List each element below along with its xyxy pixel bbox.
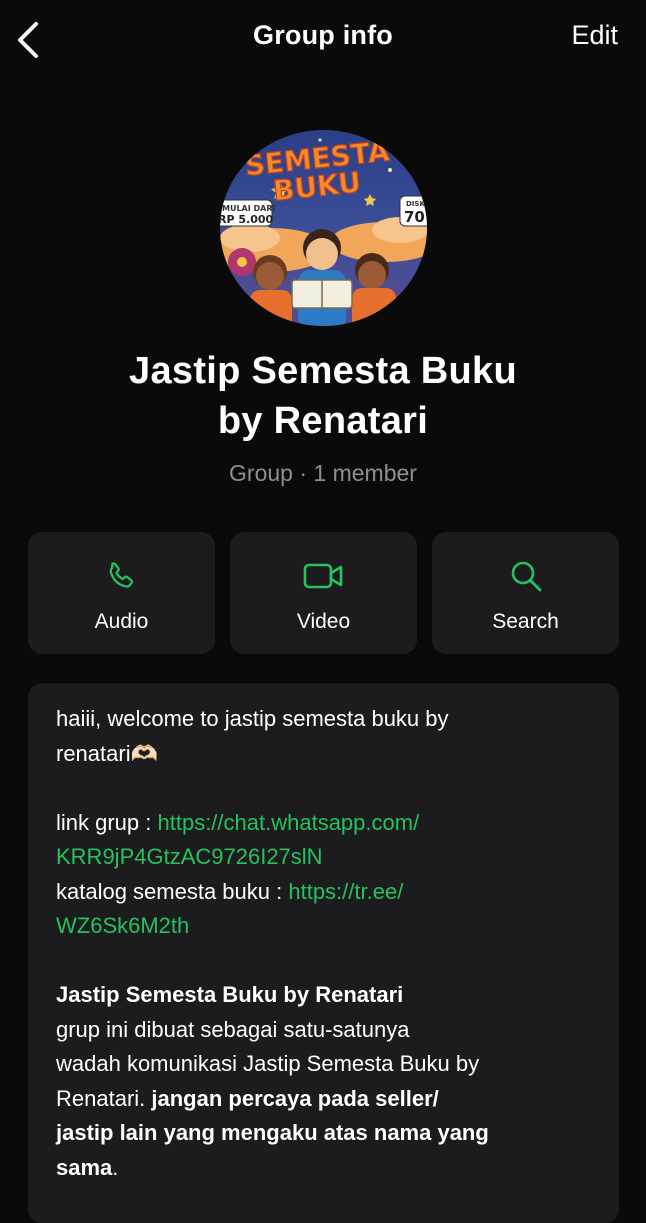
description-greeting-line1: haiii, welcome to jastip semesta buku by xyxy=(56,706,449,731)
group-name-line2: by Renatari xyxy=(217,400,429,442)
avatar-badge-left-price: RP 5.000 xyxy=(220,213,274,226)
description-period: . xyxy=(112,1154,119,1180)
group-name-line1: Jastip Semesta Buku xyxy=(129,350,517,392)
avatar-badge-right-top: DISK xyxy=(406,200,425,208)
group-link-url-cont[interactable]: KRR9jP4GtzAC9726I27slN xyxy=(56,844,323,869)
group-name: Jastip Semesta Buku by Renatari xyxy=(40,346,606,446)
catalog-link-url-cont[interactable]: WZ6Sk6M2th xyxy=(56,913,189,938)
catalog-link-url[interactable]: https://tr.ee/ xyxy=(288,879,403,904)
avatar-badge-right-value: 70 xyxy=(404,208,425,226)
group-avatar[interactable]: SEMESTA BUKU MULAI DARI RP 5.000 DISK 70 xyxy=(220,130,427,326)
group-link-line: link grup : https://chat.whatsapp.com/ xyxy=(56,806,576,841)
description-warning-line3: sama xyxy=(56,1154,113,1180)
avatar-badge-left-top: MULAI DARI xyxy=(222,204,276,213)
audio-button-label: Audio xyxy=(94,610,149,633)
description-body-line1: grup ini dibuat sebagai satu-satunya xyxy=(56,1016,410,1042)
phone-icon xyxy=(109,562,133,588)
search-button-label: Search xyxy=(492,610,559,633)
description-greeting-line2: renatari🫶🏻 xyxy=(56,740,158,766)
video-button-label: Video xyxy=(296,610,351,633)
catalog-link-label: katalog semesta buku : xyxy=(56,878,289,904)
video-camera-icon xyxy=(303,563,342,589)
description-warning-line1: jangan percaya pada seller/ xyxy=(151,1085,439,1111)
catalog-link-line: katalog semesta buku : https://tr.ee/ xyxy=(56,875,576,910)
group-description-card[interactable]: haiii, welcome to jastip semesta buku by… xyxy=(28,683,619,1223)
top-bar: Group info Edit xyxy=(0,0,646,80)
group-link-url[interactable]: https://chat.whatsapp.com/ xyxy=(158,810,420,835)
page-title: Group info xyxy=(253,20,393,50)
action-row: Audio Video Search xyxy=(28,532,619,654)
group-link-label: link grup : xyxy=(56,809,158,835)
search-icon xyxy=(511,561,541,592)
description-body-line3: Renatari. xyxy=(56,1085,152,1111)
group-description: haiii, welcome to jastip semesta buku by… xyxy=(56,702,576,1185)
group-meta: Group · 1 member xyxy=(229,460,417,486)
search-button[interactable]: Search xyxy=(432,532,619,654)
edit-button[interactable]: Edit xyxy=(571,20,618,51)
description-body-line2: wadah komunikasi Jastip Semesta Buku by xyxy=(56,1051,480,1076)
audio-button[interactable]: Audio xyxy=(28,532,215,654)
description-warning-line2: jastip lain yang mengaku atas nama yang xyxy=(56,1120,489,1145)
description-heading: Jastip Semesta Buku by Renatari xyxy=(56,982,404,1007)
group-avatar-illustration: SEMESTA BUKU MULAI DARI RP 5.000 DISK 70 xyxy=(220,130,427,326)
video-button[interactable]: Video xyxy=(230,532,417,654)
